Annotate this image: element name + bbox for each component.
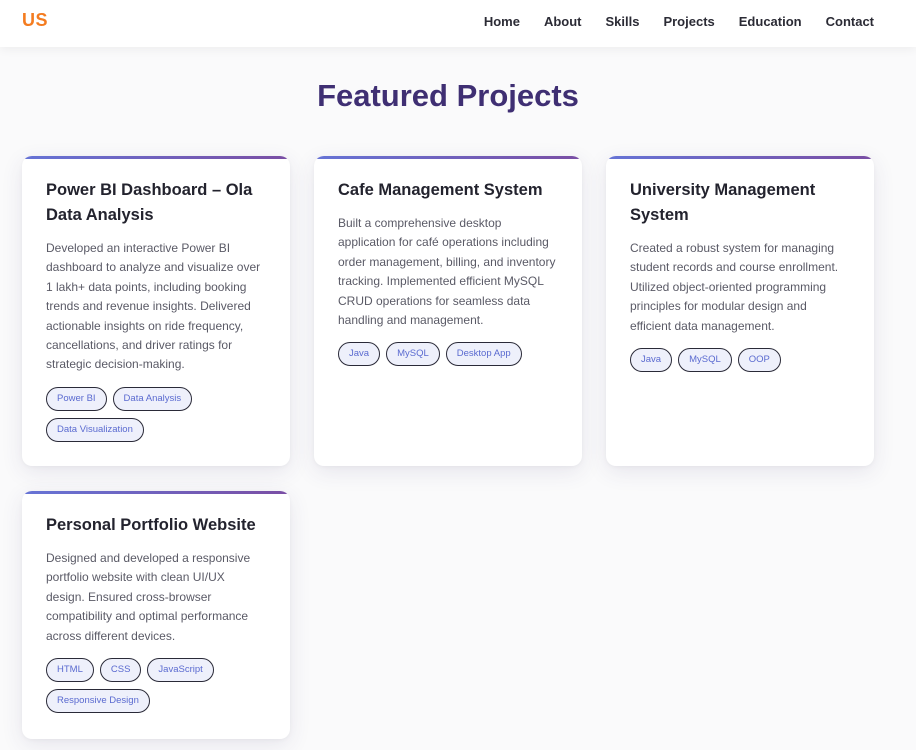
tag: MySQL: [678, 348, 732, 373]
project-card-portfolio: Personal Portfolio Website Designed and …: [22, 491, 290, 739]
tag: OOP: [737, 348, 781, 373]
project-card-cafe: Cafe Management System Built a comprehen…: [314, 156, 582, 466]
tag: Data Analysis: [112, 386, 193, 411]
tag: Desktop App: [445, 342, 522, 367]
tag-list: HTML CSS JavaScript Responsive Design: [46, 658, 266, 714]
tag: Java: [338, 342, 381, 367]
tag: Java: [630, 348, 673, 373]
project-description: Created a robust system for managing stu…: [630, 241, 839, 333]
project-description: Designed and developed a responsive port…: [46, 551, 251, 643]
project-title: University Management System: [630, 181, 816, 224]
tag: HTML: [46, 658, 94, 683]
tag: Power BI: [46, 386, 107, 411]
project-card-powerbi: Power BI Dashboard – Ola Data Analysis D…: [22, 156, 290, 466]
tag: Data Visualization: [46, 417, 144, 442]
nav-link-about[interactable]: About: [544, 14, 582, 29]
tag: MySQL: [386, 342, 440, 367]
project-title: Power BI Dashboard – Ola Data Analysis: [46, 181, 253, 224]
nav-link-projects[interactable]: Projects: [663, 14, 714, 29]
nav-link-education[interactable]: Education: [739, 14, 802, 29]
site-logo[interactable]: US: [22, 10, 48, 31]
project-description: Built a comprehensive desktop applicatio…: [338, 216, 556, 328]
tag: JavaScript: [147, 658, 214, 683]
project-title: Personal Portfolio Website: [46, 516, 256, 534]
nav-link-home[interactable]: Home: [484, 14, 520, 29]
tag-list: Java MySQL OOP: [630, 348, 850, 373]
tag-list: Java MySQL Desktop App: [338, 342, 558, 367]
section-title: Featured Projects: [317, 78, 579, 113]
tag-list: Power BI Data Analysis Data Visualizatio…: [46, 386, 266, 442]
tag: Responsive Design: [46, 689, 150, 714]
project-card-university: University Management System Created a r…: [606, 156, 874, 466]
project-title: Cafe Management System: [338, 181, 543, 199]
tag: CSS: [99, 658, 142, 683]
navbar: US Home About Skills Projects Education …: [0, 0, 916, 47]
nav-link-skills[interactable]: Skills: [605, 14, 639, 29]
nav-link-contact[interactable]: Contact: [826, 14, 874, 29]
project-description: Developed an interactive Power BI dashbo…: [46, 241, 261, 372]
nav-links: Home About Skills Projects Education Con…: [484, 14, 874, 29]
